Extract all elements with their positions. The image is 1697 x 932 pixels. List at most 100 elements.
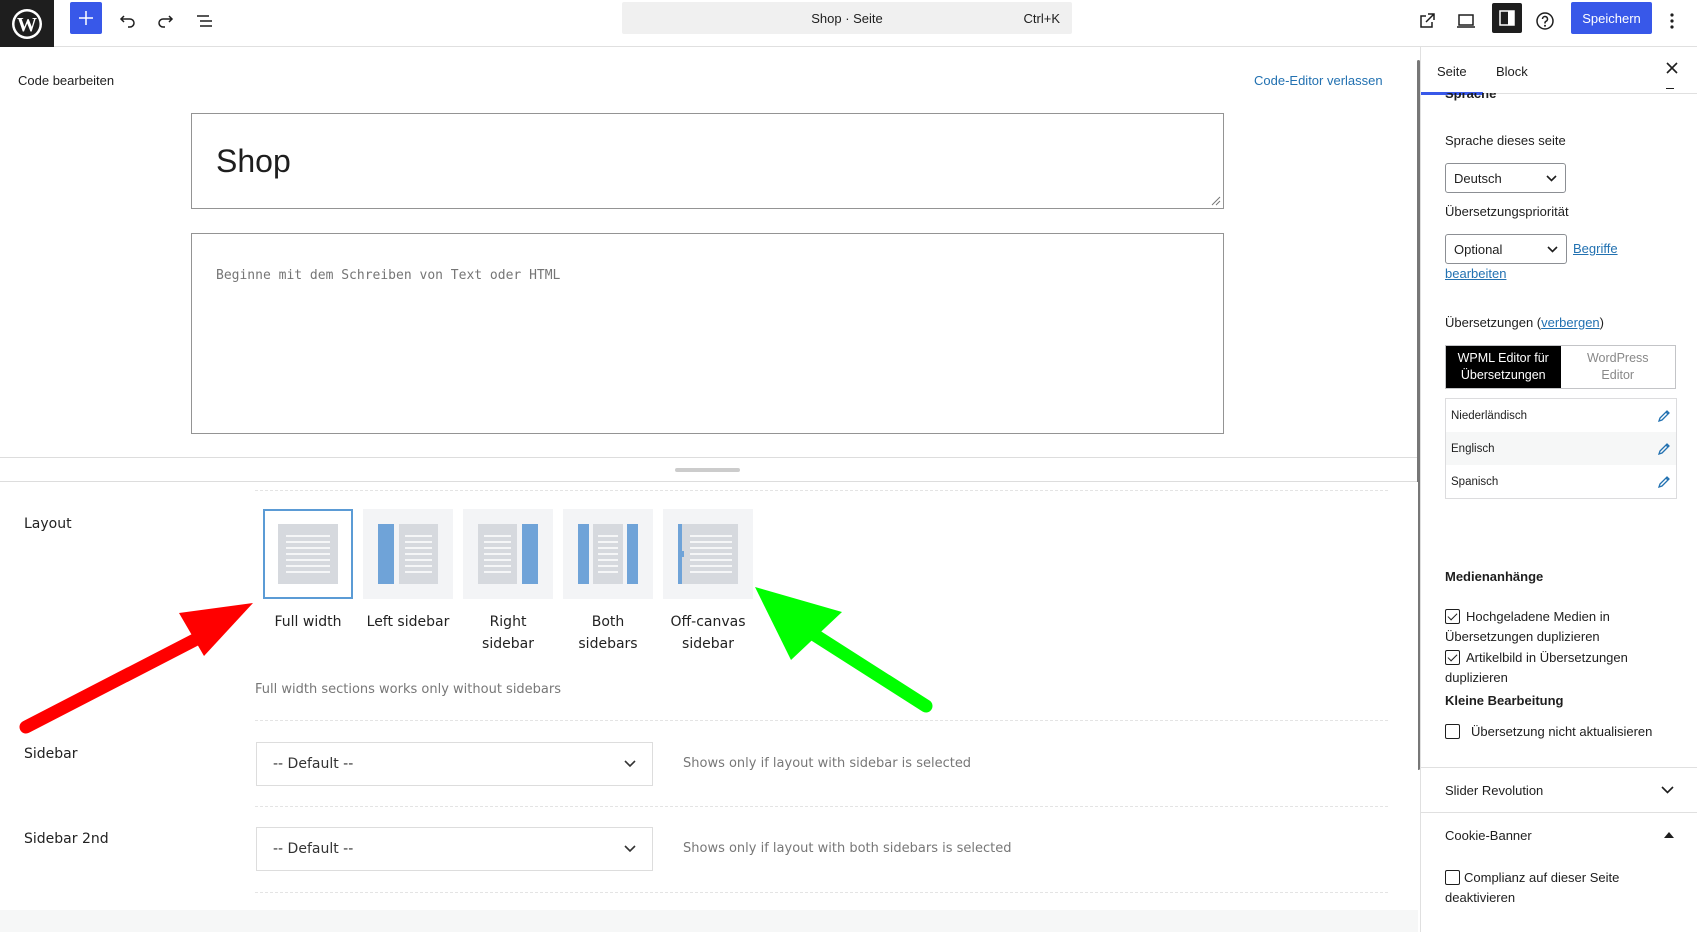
list-item: Niederländisch [1446,399,1676,432]
layout-label: Layout [24,516,72,532]
list-item: Englisch [1446,432,1676,465]
layout-option-off-canvas-sidebar[interactable]: Off-canvas sidebar [663,509,753,655]
desktop-preview-icon[interactable] [1452,4,1480,38]
help-icon[interactable] [1531,4,1559,38]
hide-translations-link[interactable]: verbergen [1541,315,1600,330]
divider [255,720,1388,721]
media-option-text: Hochgeladene Medien in [1466,609,1610,624]
chevron-down-icon [1546,174,1557,182]
checkbox-checked[interactable] [1445,609,1460,624]
layout-option-both-sidebars[interactable]: Both sidebars [563,509,653,655]
slider-revolution-panel[interactable]: Slider Revolution [1421,767,1697,812]
edit-terms-link-line2[interactable]: bearbeiten [1445,266,1506,281]
close-icon[interactable] [1666,58,1678,79]
tab-page[interactable]: Seite [1421,64,1483,95]
undo-icon[interactable] [113,4,141,38]
cookie-banner-panel[interactable]: Cookie-Banner [1421,812,1697,857]
exit-code-editor-button[interactable]: Code-Editor verlassen [1254,73,1383,88]
post-content-textarea[interactable]: Beginne mit dem Schreiben von Text oder … [191,233,1224,434]
drag-handle-icon[interactable] [675,468,740,472]
post-title-text: Shop [216,142,291,179]
full-width-layout-icon [263,509,353,599]
sidebar-2nd-hint: Shows only if layout with both sidebars … [683,841,1012,856]
complianz-disable-option[interactable]: Complianz auf dieser Seite deaktivieren [1445,868,1619,908]
tab-block[interactable]: Block [1496,64,1528,79]
translations-heading: Übersetzungen (verbergen) [1445,315,1604,330]
layout-option-label: sidebars [578,636,638,652]
layout-option-label: Full width [274,614,342,630]
pencil-icon[interactable] [1657,475,1671,489]
caret-up-icon [1664,832,1674,838]
checkbox-unchecked[interactable] [1445,870,1460,885]
media-option-duplicate-featured[interactable]: Artikelbild in Übersetzungen duplizieren [1445,648,1628,688]
content-placeholder: Beginne mit dem Schreiben von Text oder … [216,268,561,283]
sidebar-2nd-select-value: -- Default -- [273,841,354,857]
layout-option-full-width[interactable]: Full width [263,509,353,633]
wordpress-editor-label: WordPress [1586,351,1649,365]
meta-box-footer [0,910,1418,932]
wpml-editor-label: WPML Editor für [1457,351,1549,365]
media-option-text: Übersetzungen duplizieren [1445,629,1600,644]
wordpress-logo-icon[interactable]: W [0,0,54,47]
meta-box-resize-bar[interactable] [0,457,1418,482]
more-options-icon[interactable] [1662,4,1682,38]
complianz-option-text: deaktivieren [1445,890,1516,905]
divider [255,490,1388,491]
layout-option-label: Right [489,614,527,630]
translations-label: Übersetzungen ( [1445,315,1542,330]
media-option-duplicate-uploads[interactable]: Hochgeladene Medien in Übersetzungen dup… [1445,607,1610,647]
pencil-icon[interactable] [1657,442,1671,456]
layout-option-left-sidebar[interactable]: Left sidebar [363,509,453,633]
redo-icon[interactable] [152,4,180,38]
checkbox-unchecked[interactable] [1445,724,1460,739]
add-block-button[interactable] [70,2,102,34]
code-editor-title: Code bearbeiten [18,73,115,88]
layout-option-label: sidebar [482,636,534,652]
post-title-input[interactable]: Shop [191,113,1224,209]
list-item: Spanisch [1446,465,1676,498]
chevron-down-icon [624,845,636,853]
sidebar-select[interactable]: -- Default -- [256,742,653,786]
pencil-icon[interactable] [1657,409,1671,423]
media-option-text: Artikelbild in Übersetzungen [1466,650,1628,665]
document-title: Shop · Seite [811,11,883,26]
sidebar-select-value: -- Default -- [273,756,354,772]
language-name: Englisch [1451,442,1495,455]
minor-edit-option[interactable]: Übersetzung nicht aktualisieren [1445,724,1652,739]
collapse-icon[interactable] [1666,88,1674,89]
right-sidebar-layout-icon [463,509,553,599]
both-sidebars-layout-icon [563,509,653,599]
layout-option-label: Both [591,614,625,630]
resize-grip-icon[interactable] [1209,194,1221,206]
save-button[interactable]: Speichern [1571,2,1652,34]
external-link-icon[interactable] [1413,4,1441,38]
minor-edit-heading: Kleine Bearbeitung [1445,693,1564,708]
language-name: Niederländisch [1451,409,1528,422]
document-overview-icon[interactable] [191,4,219,38]
command-palette-button[interactable]: Shop · Seite Ctrl+K [622,2,1072,34]
page-language-label: Sprache dieses seite [1445,133,1566,148]
chevron-down-icon [1547,245,1558,253]
checkbox-checked[interactable] [1445,650,1460,665]
page-language-select[interactable]: Deutsch [1445,163,1566,193]
layout-option-right-sidebar[interactable]: Right sidebar [463,509,553,655]
settings-sidebar-toggle-icon[interactable] [1492,3,1522,33]
translation-priority-select[interactable]: Optional [1445,234,1567,264]
divider [255,806,1388,807]
translation-editor-switch: WPML Editor für Übersetzungen WordPress Ed… [1445,345,1676,389]
chevron-down-icon [1661,786,1674,794]
panel-title: Cookie-Banner [1445,827,1532,843]
wpml-editor-option[interactable]: WPML Editor für Übersetzungen [1446,346,1561,388]
sidebar-2nd-select[interactable]: -- Default -- [256,827,653,871]
layout-option-label: Left sidebar [366,614,450,630]
wpml-editor-label: Übersetzungen [1460,368,1546,382]
translation-languages-list: Niederländisch Englisch Spanisch [1445,398,1677,499]
edit-terms-link[interactable]: Begriffe [1573,241,1618,256]
sidebar-label: Sidebar [24,746,78,762]
sidebar-hint: Shows only if layout with sidebar is sel… [683,756,972,771]
translations-paren: ) [1599,315,1605,330]
wordpress-editor-option[interactable]: WordPress Editor [1561,346,1676,388]
sidebar-2nd-label: Sidebar 2nd [24,831,109,847]
layout-option-label: Off-canvas [670,614,746,630]
editor-top-bar: W Shop · Seite Ctrl+K Speichern [0,0,1697,47]
